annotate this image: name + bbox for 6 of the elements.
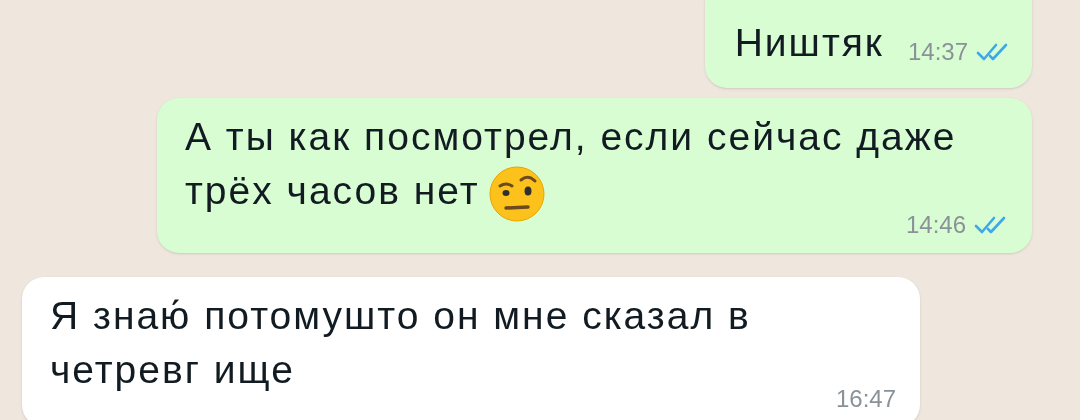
message-time: 14:37 bbox=[907, 37, 968, 67]
message-text: Ништяк bbox=[734, 21, 884, 64]
message-time: 16:47 bbox=[835, 383, 896, 414]
message-text: А ты как посмотрел, если сейчас даже трёх часов нет bbox=[185, 115, 957, 212]
message-time: 14:46 bbox=[905, 209, 966, 240]
message-text: Я знаю́ потомушто он мне сказал в четревг ище bbox=[50, 293, 751, 391]
